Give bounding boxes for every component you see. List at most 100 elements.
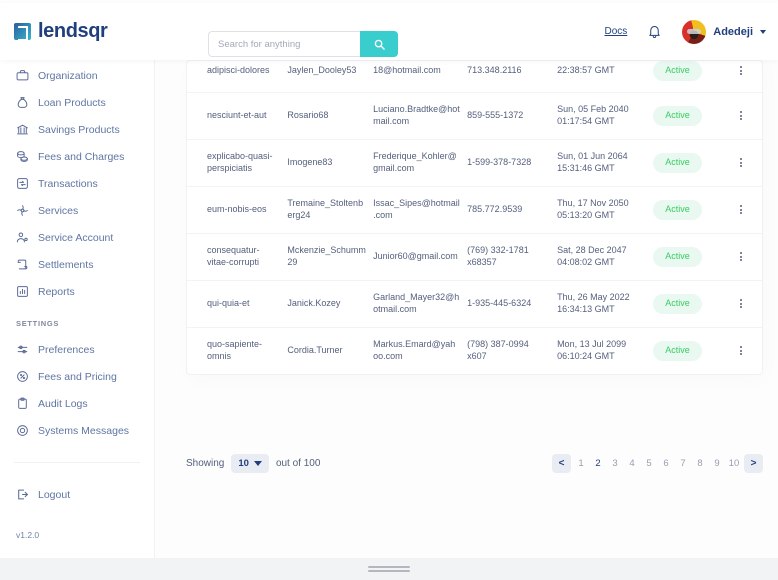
rows-per-page-value: 10 <box>238 457 249 469</box>
more-vertical-icon[interactable] <box>726 205 755 215</box>
page-number-8[interactable]: 8 <box>693 454 707 473</box>
table-row[interactable]: nesciunt-et-aut Rosario68 Luciano.Bradtke@… <box>187 92 762 140</box>
page-number-list: <1 2 3 4 5 6 7 8 9 10 > <box>552 453 763 473</box>
more-vertical-icon[interactable] <box>726 111 755 121</box>
cell-email: Garland_Mayer32@hotmail.com <box>373 291 460 314</box>
cell-organization: qui-quia-et <box>207 297 250 308</box>
cell-date-joined: Mon, 13 Jul 2099 06:10:24 GMT <box>557 338 627 361</box>
sidebar-item-logout[interactable]: Logout <box>0 481 154 508</box>
rows-per-page-select[interactable]: 10 <box>231 453 269 473</box>
coins-icon <box>16 150 29 163</box>
status-badge: Active <box>653 246 702 267</box>
table-row[interactable]: explicabo-quasi-perspiciatis Imogene83 Fre… <box>187 139 762 187</box>
sidebar-divider <box>14 462 140 463</box>
sidebar-item-label: Fees and Charges <box>38 150 125 163</box>
cell-username: Janick.Kozey <box>287 297 341 308</box>
notifications-button[interactable] <box>647 24 662 39</box>
previous-page-button[interactable]: < <box>552 453 571 473</box>
sidebar-item-audit-logs[interactable]: Audit Logs <box>0 390 154 417</box>
total-count-label: out of 100 <box>275 457 321 469</box>
cell-actions <box>726 327 762 373</box>
docs-link[interactable]: Docs <box>604 26 627 37</box>
sidebar-item-label: Logout <box>38 488 71 501</box>
cell-phone: (798) 387-0994 x607 <box>467 338 529 361</box>
table-row[interactable]: consequatur-vitae-corrupti Mckenzie_Schum… <box>187 233 762 281</box>
sidebar-item-services[interactable]: Services <box>0 197 154 224</box>
more-vertical-icon[interactable] <box>726 66 755 76</box>
page-number-2[interactable]: 2 <box>591 454 605 473</box>
sidebar-item-loan-products[interactable]: Loan Products <box>0 89 154 116</box>
sidebar-item-transactions[interactable]: Transactions <box>0 170 154 197</box>
app-root: lendsqr Docs Adedeji <box>0 0 778 580</box>
sidebar-item-label: Systems Messages <box>38 424 130 437</box>
sidebar-item-service-account[interactable]: Service Account <box>0 224 154 251</box>
users-table: adipisci-dolores Jaylen_Dooley53 18@hotmai… <box>187 61 762 374</box>
page-number-1[interactable]: 1 <box>574 454 588 473</box>
cell-organization: nesciunt-et-aut <box>207 109 267 120</box>
cell-actions <box>726 280 762 327</box>
sidebar-item-label: Organization <box>38 69 98 82</box>
sidebar-item-organization[interactable]: Organization <box>0 62 154 89</box>
cell-organization: consequatur-vitae-corrupti <box>207 244 260 267</box>
sidebar-item-label: Settlements <box>38 258 94 271</box>
sidebar-item-fees-and-charges[interactable]: Fees and Charges <box>0 143 154 170</box>
sidebar-item-reports[interactable]: Reports <box>0 278 154 305</box>
sidebar-item-label: Preferences <box>38 343 95 356</box>
window-resize-bar <box>0 558 778 580</box>
cell-status: Active <box>653 186 726 233</box>
table-row[interactable]: qui-quia-et Janick.Kozey Garland_Mayer32@h… <box>187 280 762 328</box>
status-badge: Active <box>653 199 702 220</box>
page-number-6[interactable]: 6 <box>659 454 673 473</box>
sidebar-item-preferences[interactable]: Preferences <box>0 336 154 363</box>
cell-date-joined: Thu, 17 Nov 2050 05:13:20 GMT <box>557 197 629 220</box>
search-bar <box>208 31 398 57</box>
more-vertical-icon[interactable] <box>726 299 755 309</box>
search-button[interactable] <box>360 31 398 57</box>
cell-status: Active <box>653 280 726 327</box>
more-vertical-icon[interactable] <box>726 346 755 356</box>
page-number-3[interactable]: 3 <box>608 454 622 473</box>
avatar <box>682 19 707 44</box>
more-vertical-icon[interactable] <box>726 158 755 168</box>
sack-icon <box>16 96 29 109</box>
top-navigation-bar: lendsqr Docs Adedeji <box>0 3 778 60</box>
table-row[interactable]: adipisci-dolores Jaylen_Dooley53 18@hotmai… <box>187 61 762 93</box>
showing-label: Showing <box>186 457 225 469</box>
user-menu[interactable]: Adedeji <box>682 19 766 44</box>
cell-actions <box>726 61 762 92</box>
sidebar-item-savings-products[interactable]: Savings Products <box>0 116 154 143</box>
tire-icon <box>16 424 29 437</box>
main-content: adipisci-dolores Jaylen_Dooley53 18@hotmai… <box>155 60 778 580</box>
sidebar-item-systems-messages[interactable]: Systems Messages <box>0 417 154 444</box>
sidebar-item-label: Service Account <box>38 231 114 244</box>
sliders-icon <box>16 343 29 356</box>
page-number-9[interactable]: 9 <box>710 454 724 473</box>
more-vertical-icon[interactable] <box>726 252 755 262</box>
sidebar-main-nav: Organization Loan Products Savings Product… <box>0 62 154 305</box>
cell-phone: 713.348.2116 <box>467 65 522 75</box>
page-number-10[interactable]: 10 <box>727 454 741 473</box>
page-number-7[interactable]: 7 <box>676 454 690 473</box>
bank-icon <box>16 123 29 136</box>
table-row[interactable]: eum-nobis-eos Tremaine_Stoltenberg24 Issac… <box>187 186 762 234</box>
cell-username: Jaylen_Dooley53 <box>287 65 357 75</box>
transactions-icon <box>16 177 29 190</box>
chevron-down-icon <box>760 29 766 34</box>
sidebar-item-settlements[interactable]: Settlements <box>0 251 154 278</box>
page-number-5[interactable]: 5 <box>642 454 656 473</box>
brand-logo[interactable]: lendsqr <box>14 20 108 43</box>
sidebar-settings-nav: Preferences Fees and Pricing Audit Logs Sys… <box>0 336 154 444</box>
cell-organization: adipisci-dolores <box>207 65 270 75</box>
search-input[interactable] <box>208 31 360 57</box>
sidebar-item-fees-and-pricing[interactable]: Fees and Pricing <box>0 363 154 390</box>
next-page-button[interactable]: > <box>744 453 763 473</box>
cell-email: 18@hotmail.com <box>373 65 441 75</box>
page-number-4[interactable]: 4 <box>625 454 639 473</box>
cell-email: Issac_Sipes@hotmail.com <box>373 197 460 220</box>
sidebar-item-label: Loan Products <box>38 96 106 109</box>
drag-handle-icon[interactable] <box>368 566 410 572</box>
status-badge: Active <box>653 340 702 361</box>
table-row[interactable]: quo-sapiente-omnis Cordia.Turner Markus.Em… <box>187 327 762 373</box>
sign-out-icon <box>16 488 29 501</box>
sidebar[interactable]: Organization Loan Products Savings Product… <box>0 60 155 580</box>
